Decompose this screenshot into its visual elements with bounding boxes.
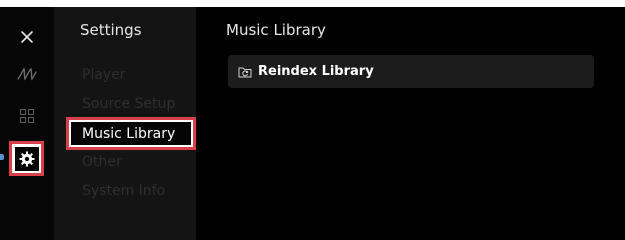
folder-refresh-icon (238, 66, 252, 78)
menu-item-player[interactable]: Player (82, 67, 126, 83)
menu-item-system-info[interactable]: System Info (82, 183, 165, 199)
main-panel: Music Library Reindex Library (196, 7, 625, 240)
menu-item-source-setup[interactable]: Source Setup (82, 96, 175, 112)
active-indicator (0, 154, 4, 160)
page-title: Music Library (226, 21, 326, 39)
menu-item-music-library[interactable]: Music Library (66, 117, 196, 150)
app-window: Settings Player Source Setup Music Libra… (0, 7, 625, 240)
reindex-library-button[interactable]: Reindex Library (228, 55, 594, 88)
signature-logo-icon[interactable] (12, 59, 42, 89)
settings-menu: Settings Player Source Setup Music Libra… (54, 7, 196, 240)
settings-title: Settings (80, 21, 142, 39)
action-label: Reindex Library (258, 64, 374, 79)
menu-item-other[interactable]: Other (82, 154, 122, 170)
nav-rail (0, 7, 54, 240)
menu-item-label: Music Library (71, 122, 191, 145)
close-icon[interactable] (12, 22, 42, 52)
grid-icon[interactable] (12, 101, 42, 131)
gear-icon (19, 151, 34, 166)
settings-nav-button[interactable] (9, 141, 44, 176)
